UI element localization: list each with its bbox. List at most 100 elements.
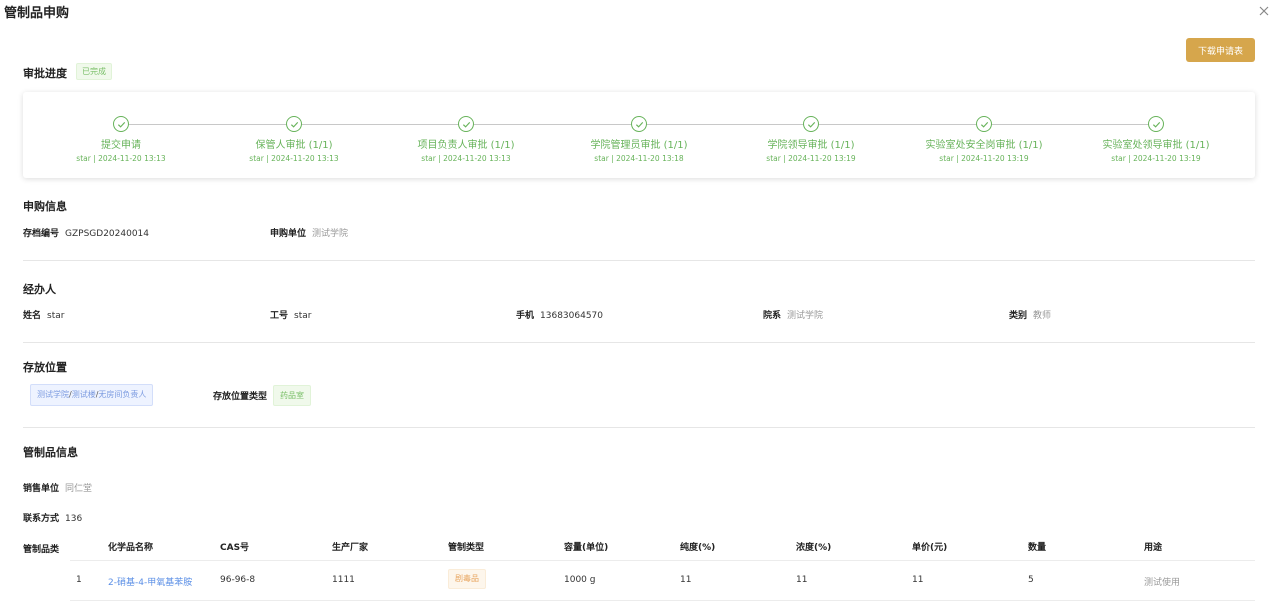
storage-path-floor: 测试楼 [71, 390, 96, 399]
archive-number-field: 存档编号 GZPSGD20240014 [23, 226, 149, 239]
section-divider [23, 260, 1255, 261]
step-sub: star | 2024-11-20 13:18 [594, 154, 684, 163]
field-label: 手机 [516, 311, 535, 321]
step-title: 提交申请 [101, 140, 141, 151]
field-label: 工号 [270, 311, 289, 321]
field-value: GZPSGD20240014 [65, 229, 150, 239]
field-value: 教师 [1033, 311, 1052, 321]
check-icon [458, 116, 474, 132]
column-header-capacity: 容量(单位) [564, 543, 609, 553]
field-label: 申购单位 [270, 229, 307, 239]
step-sub: star | 2024-11-20 13:19 [1111, 154, 1201, 163]
check-icon [803, 116, 819, 132]
step-submit: 提交申请 star | 2024-11-20 13:13 [31, 116, 211, 163]
field-value: 136 [65, 514, 83, 524]
field-label: 存档编号 [23, 229, 60, 239]
column-header-concentration: 浓度(%) [796, 543, 832, 553]
check-icon [286, 116, 302, 132]
step-sub: star | 2024-11-20 13:19 [766, 154, 856, 163]
step-title: 项目负责人审批 (1/1) [417, 140, 515, 151]
step-project-leader: 项目负责人审批 (1/1) star | 2024-11-20 13:13 [376, 116, 556, 163]
field-label: 姓名 [23, 311, 42, 321]
column-header-control-type: 管制类型 [448, 543, 485, 553]
handler-category-field: 类别 教师 [1009, 308, 1051, 321]
field-label: 存放位置类型 [213, 392, 268, 402]
handler-title: 经办人 [23, 283, 56, 296]
column-header-maker: 生产厂家 [332, 543, 369, 553]
capacity-cell: 1000 g [564, 575, 596, 585]
step-sub: star | 2024-11-20 13:13 [76, 154, 166, 163]
section-divider [23, 342, 1255, 343]
field-value: 测试学院 [312, 229, 349, 239]
check-icon [631, 116, 647, 132]
maker-cell: 1111 [332, 575, 355, 585]
step-sub: star | 2024-11-20 13:19 [939, 154, 1029, 163]
purchase-info-title: 申购信息 [23, 200, 67, 213]
field-label: 管制品类 [23, 545, 60, 555]
category-field: 管制品类 [23, 542, 65, 555]
check-icon [1148, 116, 1164, 132]
step-title: 保管人审批 (1/1) [255, 140, 333, 151]
field-label: 联系方式 [23, 514, 60, 524]
step-sub: star | 2024-11-20 13:13 [249, 154, 339, 163]
handler-name-field: 姓名 star [23, 308, 64, 321]
control-type-badge: 剧毒品 [448, 569, 486, 589]
storage-path-room: 无房间负责人 [98, 390, 147, 399]
step-title: 实验室处领导审批 (1/1) [1102, 140, 1210, 151]
column-header-price: 单价(元) [912, 543, 948, 553]
approval-steps: 提交申请 star | 2024-11-20 13:13 保管人审批 (1/1)… [23, 92, 1255, 178]
column-header-name: 化学品名称 [108, 543, 154, 553]
cas-cell: 96-96-8 [220, 575, 256, 585]
dialog-title: 管制品申购 [4, 6, 70, 21]
contact-field: 联系方式 136 [23, 511, 82, 524]
download-application-button[interactable]: 下载申请表 [1186, 38, 1255, 62]
field-value: 同仁堂 [65, 484, 93, 494]
storage-type-badge: 药品室 [273, 385, 311, 406]
step-custodian: 保管人审批 (1/1) star | 2024-11-20 13:13 [204, 116, 384, 163]
column-header-usage: 用途 [1144, 543, 1163, 553]
field-label: 院系 [763, 311, 782, 321]
storage-path-tag: 测试学院/测试楼/无房间负责人 [30, 384, 154, 406]
handler-id-field: 工号 star [270, 308, 311, 321]
price-cell: 11 [912, 575, 924, 585]
controlled-info-title: 管制品信息 [23, 446, 78, 459]
concentration-cell: 11 [796, 575, 808, 585]
step-lab-safety: 实验室处安全岗审批 (1/1) star | 2024-11-20 13:19 [894, 116, 1074, 163]
chemical-name-link[interactable]: 2-硝基-4-甲氧基苯胺 [108, 575, 192, 588]
field-label: 销售单位 [23, 484, 60, 494]
close-icon[interactable] [1257, 3, 1271, 17]
row-index: 1 [76, 575, 82, 585]
step-lab-leader: 实验室处领导审批 (1/1) star | 2024-11-20 13:19 [1066, 116, 1246, 163]
usage-cell: 测试使用 [1144, 578, 1181, 588]
check-icon [113, 116, 129, 132]
column-header-cas: CAS号 [220, 543, 250, 553]
status-badge: 已完成 [76, 63, 112, 80]
field-value: star [294, 311, 312, 321]
progress-title: 审批进度 [23, 67, 67, 80]
step-college-leader: 学院领导审批 (1/1) star | 2024-11-20 13:19 [721, 116, 901, 163]
step-sub: star | 2024-11-20 13:13 [421, 154, 511, 163]
storage-path-building: 测试学院 [37, 390, 69, 399]
handler-dept-field: 院系 测试学院 [763, 308, 823, 321]
field-value: star [47, 311, 65, 321]
purchase-unit-field: 申购单位 测试学院 [270, 226, 348, 239]
step-title: 实验室处安全岗审批 (1/1) [925, 140, 1043, 151]
storage-type-label: 存放位置类型 [213, 389, 273, 402]
table-header-divider [70, 560, 1255, 561]
field-label: 类别 [1009, 311, 1028, 321]
handler-phone-field: 手机 13683064570 [516, 308, 603, 321]
field-value: 13683064570 [540, 311, 604, 321]
step-college-admin: 学院管理员审批 (1/1) star | 2024-11-20 13:18 [549, 116, 729, 163]
purity-cell: 11 [680, 575, 692, 585]
column-header-purity: 纯度(%) [680, 543, 716, 553]
check-icon [976, 116, 992, 132]
table-row-divider [70, 600, 1255, 601]
storage-title: 存放位置 [23, 361, 67, 374]
step-title: 学院管理员审批 (1/1) [590, 140, 688, 151]
step-title: 学院领导审批 (1/1) [767, 140, 855, 151]
section-divider [23, 427, 1255, 428]
field-value: 测试学院 [787, 311, 824, 321]
qty-cell: 5 [1028, 575, 1034, 585]
seller-field: 销售单位 同仁堂 [23, 481, 92, 494]
column-header-qty: 数量 [1028, 543, 1047, 553]
